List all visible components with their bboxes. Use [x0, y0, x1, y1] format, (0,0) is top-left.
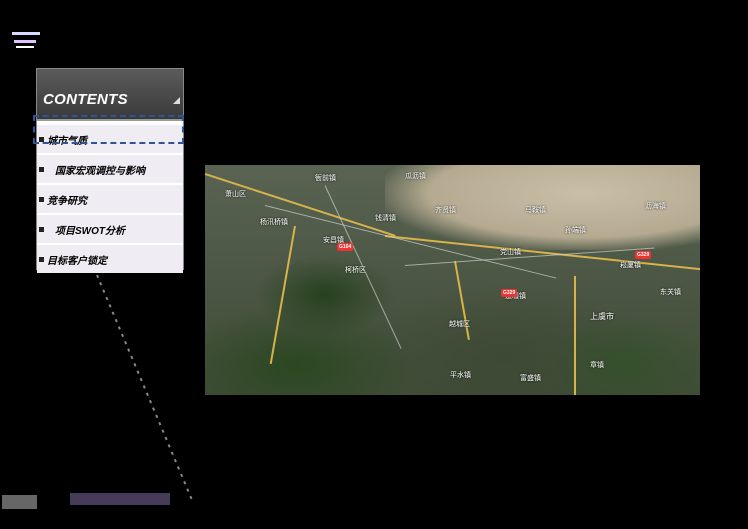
map-label: 章镇 [590, 362, 604, 369]
map-label: 钱清镇 [375, 215, 396, 222]
highway [205, 173, 396, 237]
satellite-map[interactable]: 萧山区 衙前镇 瓜沥镇 党山镇 杨汛桥镇 钱清镇 柯桥区 越城区 上虞市 道墟镇… [205, 165, 700, 395]
map-label: 上虞市 [590, 312, 614, 321]
road-shield: G104 [337, 243, 354, 251]
map-label: 沥海镇 [645, 203, 666, 210]
map-label: 柯桥区 [345, 267, 366, 274]
map-label: 衙前镇 [315, 175, 336, 182]
menu-item-label: 项目SWOT分析 [55, 225, 125, 237]
highway [574, 276, 576, 395]
road-shield: G329 [501, 289, 518, 297]
decor-speck [2, 495, 37, 509]
decor-speck [16, 46, 34, 48]
decor-speck [14, 40, 36, 43]
map-label: 平水镇 [450, 372, 471, 379]
menu-item-target[interactable]: 目标客户锁定 [37, 245, 183, 273]
corner-triangle-icon [173, 97, 180, 104]
map-label: 马鞍镇 [525, 207, 546, 214]
menu-item-label: 竞争研究 [47, 195, 87, 207]
menu-item-label: 目标客户锁定 [47, 255, 107, 267]
map-label: 东关镇 [660, 289, 681, 296]
map-label: 越城区 [449, 321, 470, 328]
map-label: 孙端镇 [565, 227, 586, 234]
map-label: 瓜沥镇 [405, 173, 426, 180]
selection-highlight [33, 115, 184, 144]
map-label: 富盛镇 [520, 375, 541, 382]
menu-item-macro[interactable]: 国家宏观调控与影响 [37, 155, 183, 183]
bullet-icon [39, 226, 44, 232]
contents-header: CONTENTS [37, 69, 183, 121]
contents-title: CONTENTS [43, 91, 128, 108]
menu-item-swot[interactable]: 项目SWOT分析 [37, 215, 183, 243]
bullet-icon [39, 196, 44, 202]
menu-item-competition[interactable]: 竞争研究 [37, 185, 183, 213]
menu-item-label: 国家宏观调控与影响 [55, 165, 145, 177]
decor-speck [12, 32, 40, 35]
bullet-icon [39, 166, 44, 172]
map-label: 萧山区 [225, 191, 246, 198]
map-label: 崧厦镇 [620, 262, 641, 269]
bullet-icon [39, 256, 44, 262]
map-label: 齐贤镇 [435, 207, 456, 214]
map-label: 党山镇 [500, 249, 521, 256]
decor-diagonal [96, 274, 193, 501]
highway [269, 225, 296, 365]
contents-panel: CONTENTS 城市气质 国家宏观调控与影响 竞争研究 项目SWOT分析 目标… [36, 68, 184, 273]
map-label: 杨汛桥镇 [260, 219, 288, 226]
road-shield: G329 [635, 251, 652, 259]
